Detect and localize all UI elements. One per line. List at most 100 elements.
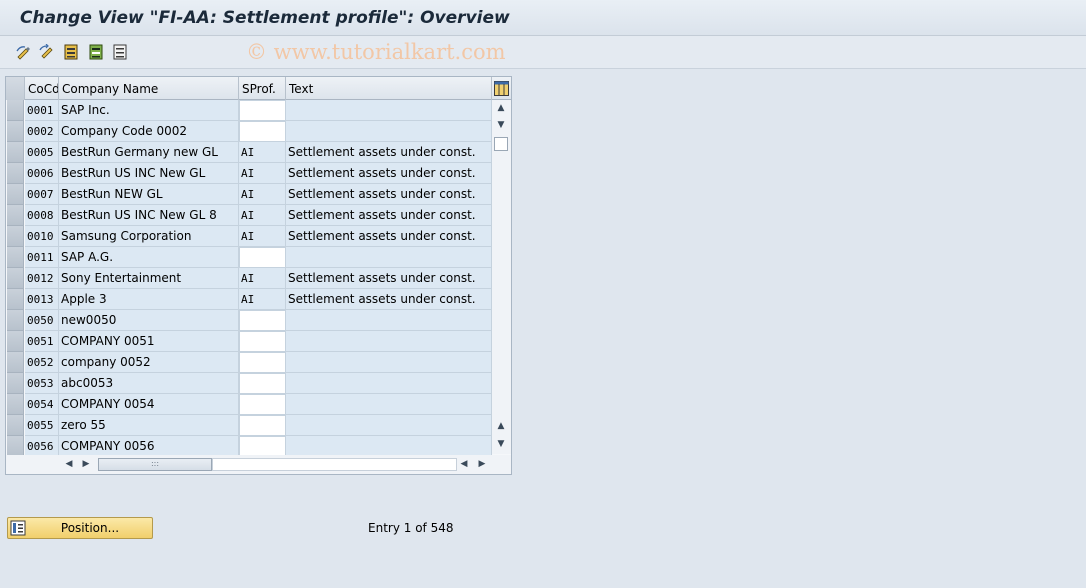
cell-sprof-input[interactable] <box>239 415 286 436</box>
cell-cocd: 0053 <box>25 373 59 394</box>
cell-text: Settlement assets under const. <box>286 268 492 289</box>
table-row[interactable]: 0002 Company Code 0002 <box>6 121 492 142</box>
row-selector[interactable] <box>7 142 24 163</box>
scroll-page-down-icon[interactable]: ▼ <box>494 437 508 451</box>
table-row[interactable]: 0050 new0050 <box>6 310 492 331</box>
cell-cocd: 0011 <box>25 247 59 268</box>
row-selector[interactable] <box>7 289 24 310</box>
cell-text: Settlement assets under const. <box>286 205 492 226</box>
cell-sprof-input[interactable]: AI <box>239 205 286 226</box>
table-row[interactable]: 0001 SAP Inc. <box>6 100 492 121</box>
cell-sprof-input[interactable] <box>239 436 286 457</box>
row-selector[interactable] <box>7 226 24 247</box>
scroll-page-up-icon[interactable]: ▲ <box>494 419 508 433</box>
cell-company-name: COMPANY 0056 <box>59 436 239 457</box>
vertical-scrollbar[interactable]: ▲ ▼ ▲ ▼ <box>492 100 511 454</box>
cell-sprof-input[interactable] <box>239 352 286 373</box>
horizontal-scrollbar[interactable]: ◀ ▶ ::: ◀ ▶ <box>6 455 511 474</box>
display-change-icon[interactable] <box>15 43 33 61</box>
horizontal-scroll-thumb[interactable]: ::: <box>98 458 212 471</box>
other-view-icon[interactable] <box>38 43 56 61</box>
row-selector[interactable] <box>7 331 24 352</box>
cell-cocd: 0005 <box>25 142 59 163</box>
cell-cocd: 0006 <box>25 163 59 184</box>
table-row[interactable]: 0005 BestRun Germany new GL AI Settlement a… <box>6 142 492 163</box>
cell-sprof-input[interactable] <box>239 100 286 121</box>
cell-company-name: BestRun NEW GL <box>59 184 239 205</box>
row-selector[interactable] <box>7 373 24 394</box>
row-selector[interactable] <box>7 121 24 142</box>
row-selector[interactable] <box>7 268 24 289</box>
application-toolbar <box>0 36 1086 69</box>
table-row[interactable]: 0010 Samsung Corporation AI Settlement asse… <box>6 226 492 247</box>
cell-sprof-input[interactable] <box>239 310 286 331</box>
select-all-cell[interactable] <box>6 77 25 100</box>
cell-sprof-input[interactable] <box>239 121 286 142</box>
select-all-icon[interactable] <box>62 43 80 61</box>
position-button[interactable]: Position... <box>7 517 153 539</box>
table-row[interactable]: 0007 BestRun NEW GL AI Settlement assets un… <box>6 184 492 205</box>
cell-cocd: 0010 <box>25 226 59 247</box>
table-row[interactable]: 0012 Sony Entertainment AI Settlement asset… <box>6 268 492 289</box>
cell-company-name: SAP A.G. <box>59 247 239 268</box>
table-row[interactable]: 0008 BestRun US INC New GL 8 AI Settlement … <box>6 205 492 226</box>
table-row[interactable]: 0011 SAP A.G. <box>6 247 492 268</box>
cell-text <box>286 415 492 436</box>
row-selector[interactable] <box>7 394 24 415</box>
row-selector[interactable] <box>7 205 24 226</box>
cell-cocd: 0055 <box>25 415 59 436</box>
cell-text: Settlement assets under const. <box>286 289 492 310</box>
table-row[interactable]: 0054 COMPANY 0054 <box>6 394 492 415</box>
cell-cocd: 0001 <box>25 100 59 121</box>
deselect-all-icon[interactable] <box>111 43 129 61</box>
row-selector[interactable] <box>7 184 24 205</box>
table-row[interactable]: 0055 zero 55 <box>6 415 492 436</box>
cell-sprof-input[interactable]: AI <box>239 268 286 289</box>
cell-text <box>286 373 492 394</box>
cell-company-name: new0050 <box>59 310 239 331</box>
cell-sprof-input[interactable] <box>239 394 286 415</box>
cell-sprof-input[interactable]: AI <box>239 184 286 205</box>
cell-company-name: BestRun US INC New GL 8 <box>59 205 239 226</box>
cell-sprof-input[interactable]: AI <box>239 142 286 163</box>
cell-sprof-input[interactable]: AI <box>239 289 286 310</box>
scroll-far-left-icon[interactable]: ◀ <box>457 457 471 471</box>
column-header-text[interactable]: Text <box>286 77 492 100</box>
table-row[interactable]: 0013 Apple 3 AI Settlement assets under con… <box>6 289 492 310</box>
column-header-cocd[interactable]: CoCd <box>25 77 59 100</box>
horizontal-scroll-track[interactable] <box>212 458 457 471</box>
column-header-sprof[interactable]: SProf. <box>239 77 286 100</box>
scroll-far-right-icon[interactable]: ▶ <box>475 457 489 471</box>
cell-sprof-input[interactable] <box>239 247 286 268</box>
row-selector[interactable] <box>7 163 24 184</box>
row-selector[interactable] <box>7 415 24 436</box>
table-row[interactable]: 0051 COMPANY 0051 <box>6 331 492 352</box>
column-header-company-name[interactable]: Company Name <box>59 77 239 100</box>
cell-text: Settlement assets under const. <box>286 163 492 184</box>
select-block-icon[interactable] <box>87 43 105 61</box>
scroll-up-icon[interactable]: ▲ <box>494 101 508 115</box>
table-row[interactable]: 0006 BestRun US INC New GL AI Settlement as… <box>6 163 492 184</box>
cell-sprof-input[interactable]: AI <box>239 226 286 247</box>
title-bar: Change View "FI-AA: Settlement profile":… <box>0 0 1086 36</box>
cell-text <box>286 100 492 121</box>
row-selector[interactable] <box>7 247 24 268</box>
cell-sprof-input[interactable] <box>239 373 286 394</box>
table-row[interactable]: 0056 COMPANY 0056 <box>6 436 492 457</box>
page-title: Change View "FI-AA: Settlement profile":… <box>20 8 510 28</box>
cell-sprof-input[interactable] <box>239 331 286 352</box>
scroll-right-icon[interactable]: ▶ <box>79 457 93 471</box>
row-selector[interactable] <box>7 310 24 331</box>
row-selector[interactable] <box>7 436 24 457</box>
row-selector[interactable] <box>7 100 24 121</box>
table-row[interactable]: 0053 abc0053 <box>6 373 492 394</box>
row-selector[interactable] <box>7 352 24 373</box>
table-row[interactable]: 0052 company 0052 <box>6 352 492 373</box>
scroll-left-icon[interactable]: ◀ <box>62 457 76 471</box>
scroll-down-icon[interactable]: ▼ <box>494 118 508 132</box>
cell-text: Settlement assets under const. <box>286 142 492 163</box>
cell-company-name: COMPANY 0051 <box>59 331 239 352</box>
cell-sprof-input[interactable]: AI <box>239 163 286 184</box>
column-settings-icon[interactable] <box>493 80 509 96</box>
scroll-thumb[interactable] <box>494 137 508 151</box>
